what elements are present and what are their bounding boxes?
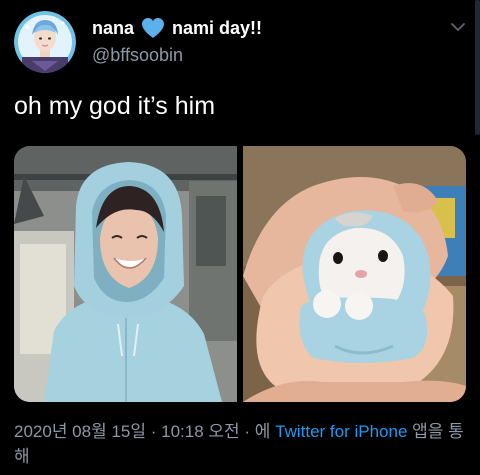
source-link[interactable]: Twitter for iPhone [275, 422, 407, 441]
avatar[interactable] [14, 11, 76, 73]
media-grid [14, 146, 466, 402]
person-in-hoodie-image [14, 146, 237, 402]
avatar-image [14, 11, 76, 73]
display-name[interactable]: nana nami day!! [92, 15, 262, 41]
tweet-text: oh my god it’s him [14, 92, 216, 120]
tweet: nana nami day!! @bffsoobin oh my god it’… [0, 0, 480, 475]
display-name-part1: nana [92, 17, 135, 38]
scrollbar[interactable] [475, 0, 480, 135]
tweet-metadata: 2020년 08월 15일 · 10:18 오전 · 에 Twitter for… [14, 419, 466, 469]
hamster-in-hoodie-image [243, 146, 466, 402]
tweet-timestamp[interactable]: 2020년 08월 15일 · 10:18 오전 · 에 [14, 422, 275, 441]
user-handle[interactable]: @bffsoobin [92, 45, 183, 66]
chevron-down-icon[interactable] [448, 20, 468, 34]
media-image-left[interactable] [14, 146, 237, 402]
blue-heart-icon [142, 18, 165, 38]
media-image-right[interactable] [243, 146, 466, 402]
display-name-part2: nami day!! [172, 17, 263, 38]
